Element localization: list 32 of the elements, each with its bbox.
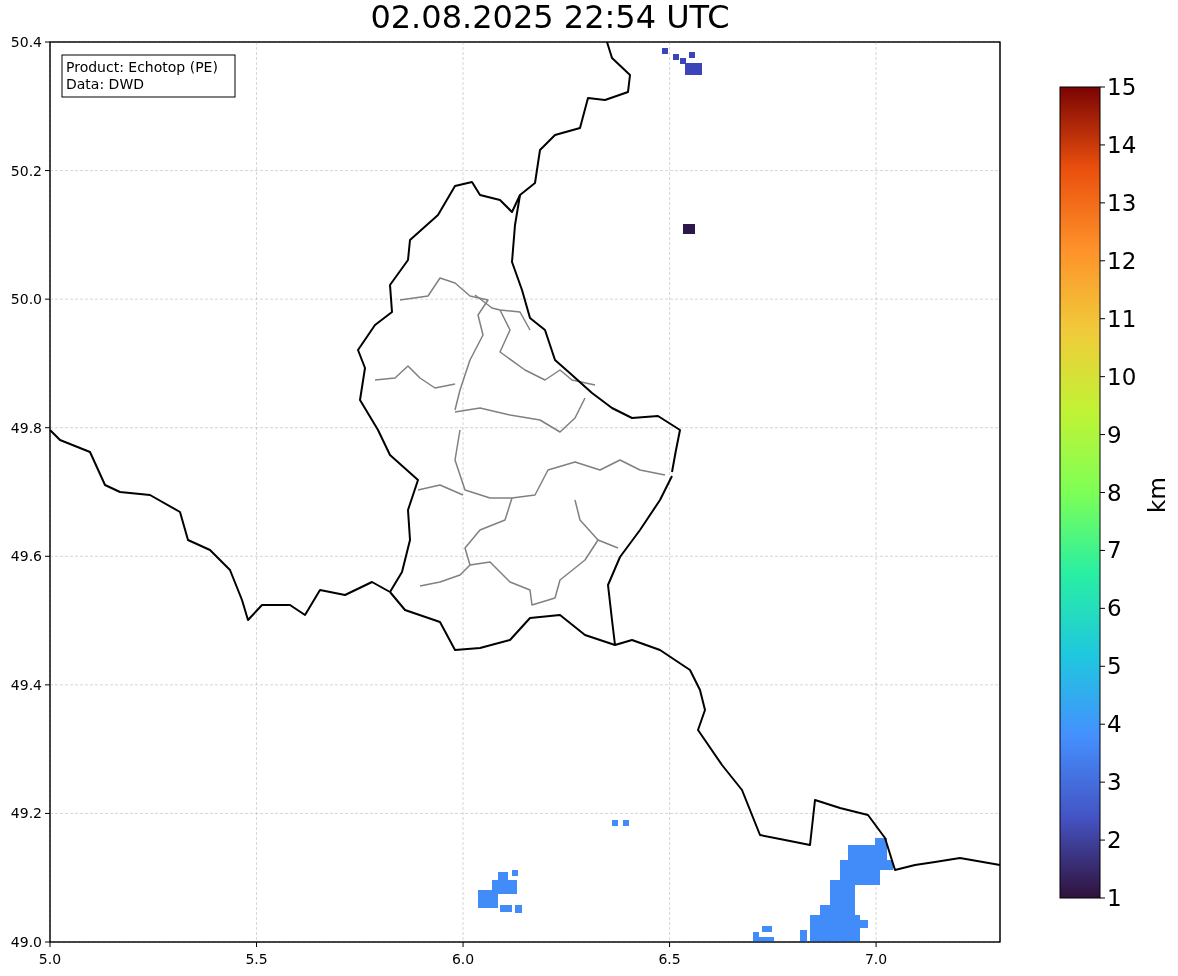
colorbar-tick-label: 11 (1107, 305, 1137, 332)
axis-tick-label: 50.4 (10, 34, 42, 50)
colorbar-tick-label: 15 (1107, 74, 1137, 100)
legend-text: Data: DWD (66, 76, 144, 92)
colorbar-tick-label: 14 (1107, 131, 1137, 158)
colorbar-tick-label: 8 (1107, 479, 1122, 506)
axis-tick-label: 49.6 (10, 548, 42, 565)
legend-text: Product: Echotop (PE) (66, 59, 218, 75)
axis-tick-label: 7.0 (864, 951, 888, 967)
colorbar-tick-label: 9 (1107, 421, 1122, 448)
colorbar-tick-label: 3 (1107, 769, 1122, 796)
axis-tick-label: 6.5 (658, 951, 681, 967)
axis-tick-label: 49.0 (10, 934, 42, 950)
colorbar-label: km (1144, 477, 1170, 513)
colorbar-tick-label: 5 (1107, 653, 1122, 680)
colorbar-tick-label: 10 (1107, 363, 1137, 390)
colorbar-tick-label: 12 (1107, 247, 1137, 274)
axis-tick-label: 49.2 (10, 805, 42, 822)
axis-tick-label: 49.4 (10, 676, 42, 693)
colorbar-tick-label: 6 (1107, 595, 1122, 622)
colorbar-tick-label: 1 (1107, 885, 1122, 911)
chart-title: 02.08.2025 22:54 UTC (370, 0, 730, 34)
axis-tick-label: 6.0 (451, 951, 475, 967)
axis-tick-label: 50.0 (10, 291, 42, 308)
axis-tick-label: 50.2 (10, 162, 42, 179)
axis-tick-label: 5.0 (38, 951, 62, 967)
axis-tick-label: 5.5 (245, 951, 268, 967)
axis-tick-label: 49.8 (10, 419, 42, 436)
colorbar-tick-label: 13 (1107, 189, 1137, 216)
colorbar-tick-label: 2 (1107, 827, 1122, 854)
colorbar-tick-label: 7 (1107, 537, 1122, 564)
colorbar-tick-label: 4 (1107, 711, 1122, 738)
